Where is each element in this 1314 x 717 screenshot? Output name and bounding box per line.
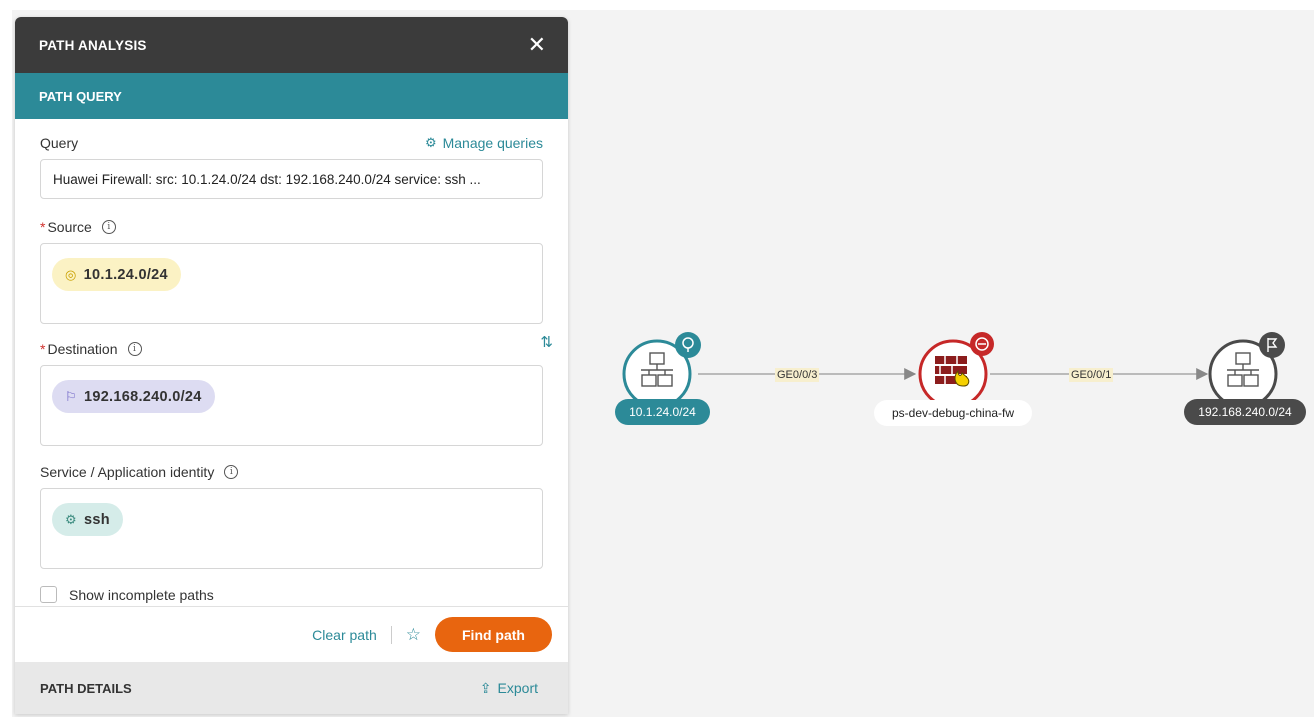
find-path-button[interactable]: Find path <box>435 617 552 652</box>
info-icon[interactable]: i <box>224 465 239 479</box>
source-node[interactable] <box>622 332 701 409</box>
export-link[interactable]: ⇪ Export <box>480 680 538 697</box>
location-pin-icon: ◎ <box>65 266 77 282</box>
destination-node-label[interactable]: 192.168.240.0/24 <box>1184 399 1306 425</box>
service-chip-label: ssh <box>83 511 110 528</box>
required-marker: * <box>40 219 46 235</box>
service-field[interactable]: ⚙ ssh <box>40 488 543 569</box>
service-label: Service / Application identity <box>40 464 215 480</box>
swap-icon[interactable]: ⇅ <box>540 333 553 351</box>
gears-icon: ⚙ <box>65 511 77 527</box>
destination-chip[interactable]: ⚐ 192.168.240.0/24 <box>52 380 215 413</box>
path-query-title: PATH QUERY <box>39 88 122 104</box>
show-incomplete-checkbox[interactable] <box>40 586 57 603</box>
clear-path-link[interactable]: Clear path <box>312 627 377 643</box>
path-details-bar[interactable]: PATH DETAILS ⇪ Export <box>15 662 568 714</box>
show-incomplete-row: Show incomplete paths <box>40 586 543 603</box>
app-canvas: GE0/0/3 GE0/0/1 10.1.24.0/24 ps-dev-debu… <box>0 0 1314 717</box>
destination-field[interactable]: ⚐ 192.168.240.0/24 <box>40 365 543 446</box>
path-query-header[interactable]: PATH QUERY <box>15 73 568 119</box>
path-analysis-panel: PATH ANALYSIS ✕ PATH QUERY Query ⚙ Manag… <box>15 17 568 714</box>
source-field[interactable]: ◎ 10.1.24.0/24 <box>40 243 543 324</box>
service-chip[interactable]: ⚙ ssh <box>52 503 123 536</box>
edge-label-ge003: GE0/0/3 <box>775 368 820 382</box>
source-label: Source <box>47 219 92 235</box>
info-icon[interactable]: i <box>127 342 142 356</box>
info-icon[interactable]: i <box>101 220 116 234</box>
destination-chip-label: 192.168.240.0/24 <box>83 388 202 405</box>
query-select[interactable]: Huawei Firewall: src: 10.1.24.0/24 dst: … <box>40 159 543 199</box>
destination-node[interactable] <box>1208 332 1285 409</box>
panel-title: PATH ANALYSIS <box>39 37 147 53</box>
export-label: Export <box>497 680 538 696</box>
star-icon[interactable]: ☆ <box>406 625 421 645</box>
manage-queries-link[interactable]: ⚙ Manage queries <box>425 135 543 151</box>
source-chip-label: 10.1.24.0/24 <box>83 266 168 283</box>
source-node-label[interactable]: 10.1.24.0/24 <box>615 399 710 425</box>
gear-icon: ⚙ <box>424 135 437 150</box>
query-value: Huawei Firewall: src: 10.1.24.0/24 dst: … <box>53 171 481 187</box>
show-incomplete-label: Show incomplete paths <box>69 586 214 603</box>
service-row: Service / Application identity i <box>40 462 543 482</box>
firewall-node-label[interactable]: ps-dev-debug-china-fw <box>874 400 1032 426</box>
edge-label-ge001: GE0/0/1 <box>1069 368 1114 382</box>
destination-row: * Destination i ⇅ <box>40 334 553 359</box>
close-icon[interactable]: ✕ <box>528 34 546 56</box>
flag-icon: ⚐ <box>65 388 77 404</box>
destination-label: Destination <box>47 341 118 357</box>
query-row: Query ⚙ Manage queries <box>40 133 543 153</box>
firewall-node[interactable] <box>918 332 994 409</box>
query-form: Query ⚙ Manage queries Huawei Firewall: … <box>15 133 568 603</box>
upload-icon: ⇪ <box>479 679 492 696</box>
panel-header: PATH ANALYSIS ✕ <box>15 17 568 73</box>
path-details-title: PATH DETAILS <box>40 680 132 696</box>
panel-footer: Clear path ☆ Find path <box>15 606 568 662</box>
source-row: * Source i <box>40 217 543 237</box>
query-label: Query <box>40 135 79 151</box>
manage-queries-label: Manage queries <box>442 135 543 151</box>
required-marker: * <box>40 341 46 357</box>
divider <box>390 625 392 644</box>
source-chip[interactable]: ◎ 10.1.24.0/24 <box>52 258 181 291</box>
